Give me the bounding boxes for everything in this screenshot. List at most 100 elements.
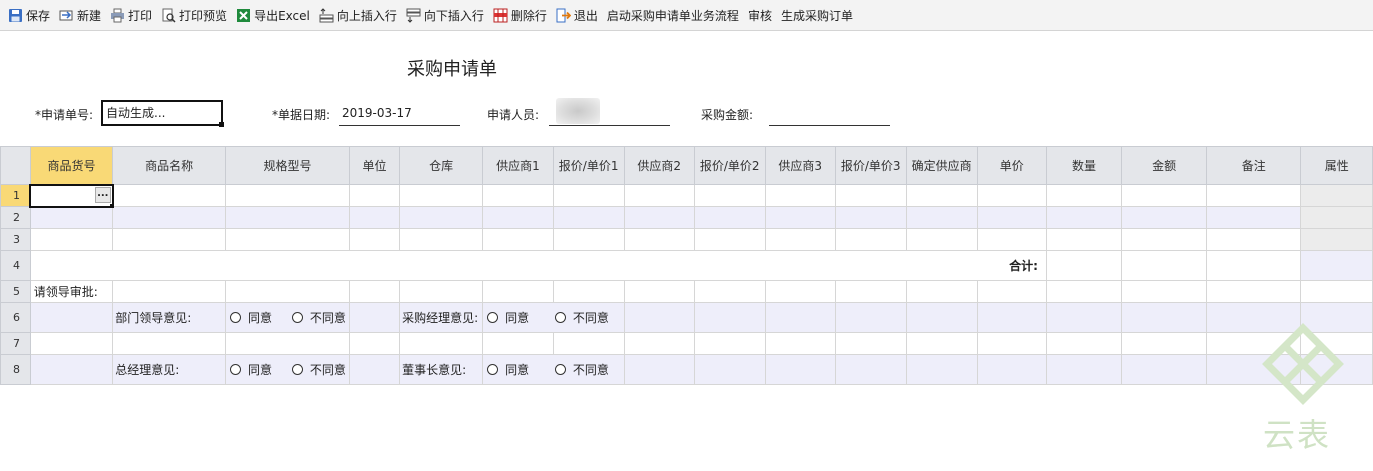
insert-row-above-button[interactable]: 向上插入行 [316,4,400,26]
grid-cell[interactable] [552,184,625,207]
grid-cell[interactable] [834,228,907,251]
col-header[interactable]: 供应商2 [623,146,695,185]
col-header[interactable]: 供应商3 [764,146,836,185]
general-manager-disagree-radio[interactable]: 不同意 [291,361,346,378]
row-header[interactable]: 3 [0,228,31,251]
grid-cell[interactable] [976,280,1047,303]
grid-cell[interactable] [1300,228,1373,251]
dept-leader-agree-radio[interactable]: 同意 [230,309,272,326]
grid-cell[interactable] [764,228,836,251]
grid-cell[interactable] [1121,228,1208,251]
grid-cell[interactable] [348,280,401,303]
start-workflow-button[interactable]: 启动采购申请单业务流程 [604,4,742,26]
grid-cell[interactable] [225,332,350,355]
general-manager-agree-radio[interactable]: 同意 [230,361,272,378]
grid-cell[interactable] [693,280,766,303]
grid-cell[interactable] [348,184,401,207]
grid-cell[interactable] [834,302,907,333]
col-header[interactable]: 确定供应商 [905,146,978,185]
grid-cell[interactable] [552,228,625,251]
grid-cell[interactable] [225,228,350,251]
grid-cell[interactable] [1300,206,1373,229]
grid-cell[interactable] [976,206,1047,229]
grid-cell[interactable] [112,332,227,355]
grid-cell[interactable] [623,206,695,229]
grid-cell[interactable] [399,280,484,303]
grid-cell[interactable] [623,280,695,303]
grid-cell[interactable] [225,184,350,207]
row-header[interactable]: 8 [0,354,31,385]
generate-purchase-order-button[interactable]: 生成采购订单 [778,4,856,26]
dept-leader-disagree-radio[interactable]: 不同意 [291,309,346,326]
request-no-field[interactable]: 自动生成... [101,100,224,127]
grid-cell[interactable] [482,228,554,251]
col-header[interactable]: 报价/单价3 [834,146,907,185]
grid-cell[interactable] [905,280,978,303]
grid-cell[interactable] [1300,184,1373,207]
grid-cell[interactable] [1045,184,1123,207]
grid-cell[interactable] [399,228,484,251]
grid-cell[interactable] [29,332,114,355]
grid-cell[interactable] [905,354,978,385]
col-header[interactable]: 备注 [1206,146,1302,185]
grid-cell[interactable] [348,302,401,333]
grid-cell[interactable] [348,228,401,251]
grid-cell[interactable] [1045,228,1123,251]
grid-cell[interactable] [623,354,695,385]
col-header[interactable]: 商品货号 [29,146,114,185]
grid-cell[interactable] [905,332,978,355]
grid-cell[interactable] [764,302,836,333]
col-header[interactable]: 单价 [976,146,1047,185]
purchase-manager-agree-radio[interactable]: 同意 [487,309,529,326]
col-header[interactable]: 属性 [1300,146,1373,185]
grid-cell[interactable] [764,184,836,207]
grid-cell[interactable] [1045,280,1123,303]
grid-cell[interactable] [905,206,978,229]
grid-cell[interactable] [399,206,484,229]
col-header[interactable]: 规格型号 [225,146,350,185]
grid-cell[interactable] [693,332,766,355]
grid-cell[interactable] [29,206,114,229]
row-header[interactable]: 1 [0,184,31,207]
grid-cell[interactable] [482,206,554,229]
grid-cell[interactable] [623,184,695,207]
grid-cell[interactable] [482,184,554,207]
row-header[interactable]: 2 [0,206,31,229]
grid-cell[interactable] [112,206,227,229]
grid-cell[interactable] [112,184,227,207]
total-quantity-cell[interactable] [1045,250,1123,281]
grid-cell[interactable] [764,332,836,355]
col-header[interactable]: 数量 [1045,146,1123,185]
grid-cell[interactable] [834,354,907,385]
grid-cell[interactable] [1121,280,1208,303]
row-header[interactable]: 4 [0,250,31,281]
grid-cell[interactable] [693,206,766,229]
col-header[interactable]: 单位 [348,146,401,185]
grid-cell[interactable] [1045,206,1123,229]
grid-cell[interactable] [552,206,625,229]
fill-handle[interactable] [109,203,111,205]
amount-field[interactable] [769,100,890,126]
grid-cell[interactable] [623,302,695,333]
grid-cell[interactable] [1045,332,1123,355]
grid-cell[interactable] [1206,184,1302,207]
chairman-disagree-radio[interactable]: 不同意 [554,361,609,378]
grid-cell[interactable] [905,184,978,207]
grid-cell[interactable] [834,184,907,207]
grid-cell[interactable] [834,206,907,229]
col-header[interactable]: 报价/单价1 [552,146,625,185]
grid-cell[interactable] [348,206,401,229]
grid-cell[interactable] [1206,228,1302,251]
export-excel-button[interactable]: 导出Excel [233,4,313,26]
grid-cell[interactable] [29,354,114,385]
grid-cell[interactable] [1121,184,1208,207]
row-header[interactable]: 5 [0,280,31,303]
grid-cell[interactable] [399,332,484,355]
col-header[interactable]: 商品名称 [112,146,227,185]
grid-cell[interactable] [834,280,907,303]
grid-cell[interactable] [1300,250,1373,281]
grid-cell[interactable] [905,302,978,333]
grid-cell[interactable] [112,280,227,303]
col-header[interactable]: 仓库 [399,146,484,185]
grid-cell[interactable] [1121,206,1208,229]
